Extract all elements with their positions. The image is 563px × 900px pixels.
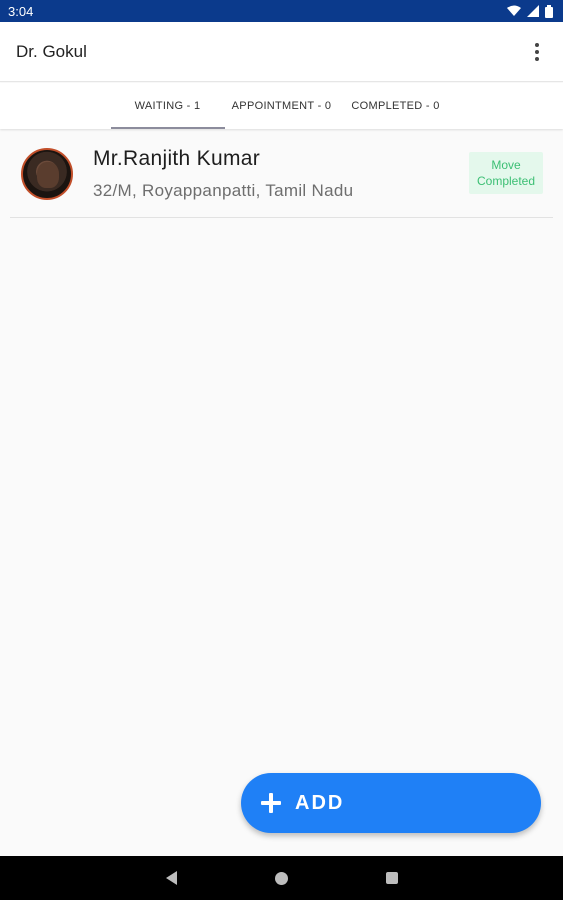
battery-icon (545, 4, 553, 18)
more-vert-icon[interactable] (527, 42, 547, 61)
navigation-bar (0, 856, 563, 900)
nav-home-icon[interactable] (274, 871, 288, 885)
add-button-label: ADD (295, 791, 345, 814)
plus-icon (261, 793, 281, 813)
patient-details: 32/M, Royappanpatti, Tamil Nadu (93, 180, 354, 200)
signal-icon (527, 5, 539, 17)
move-completed-button[interactable]: Move Completed (469, 152, 543, 194)
tab-appointment[interactable]: APPOINTMENT - 0 (225, 83, 339, 129)
list-item[interactable]: Mr.Ranjith Kumar 32/M, Royappanpatti, Ta… (10, 130, 553, 218)
add-button[interactable]: ADD (241, 773, 541, 833)
wifi-icon (507, 5, 521, 16)
status-icons (507, 4, 553, 18)
status-bar: 3:04 (0, 0, 563, 22)
patient-info: Mr.Ranjith Kumar 32/M, Royappanpatti, Ta… (93, 147, 353, 201)
avatar (21, 147, 73, 200)
app-bar: Dr. Gokul (0, 22, 563, 82)
patient-list: Mr.Ranjith Kumar 32/M, Royappanpatti, Ta… (0, 130, 563, 218)
nav-recent-icon[interactable] (385, 872, 398, 884)
tab-completed[interactable]: COMPLETED - 0 (339, 83, 453, 129)
patient-name: Mr.Ranjith Kumar (93, 146, 261, 170)
status-time: 3:04 (8, 3, 34, 19)
tab-waiting[interactable]: WAITING - 1 (110, 83, 225, 129)
nav-back-icon[interactable] (165, 871, 177, 885)
app-title: Dr. Gokul (16, 41, 87, 61)
tab-bar: WAITING - 1 APPOINTMENT - 0 COMPLETED - … (0, 83, 563, 129)
